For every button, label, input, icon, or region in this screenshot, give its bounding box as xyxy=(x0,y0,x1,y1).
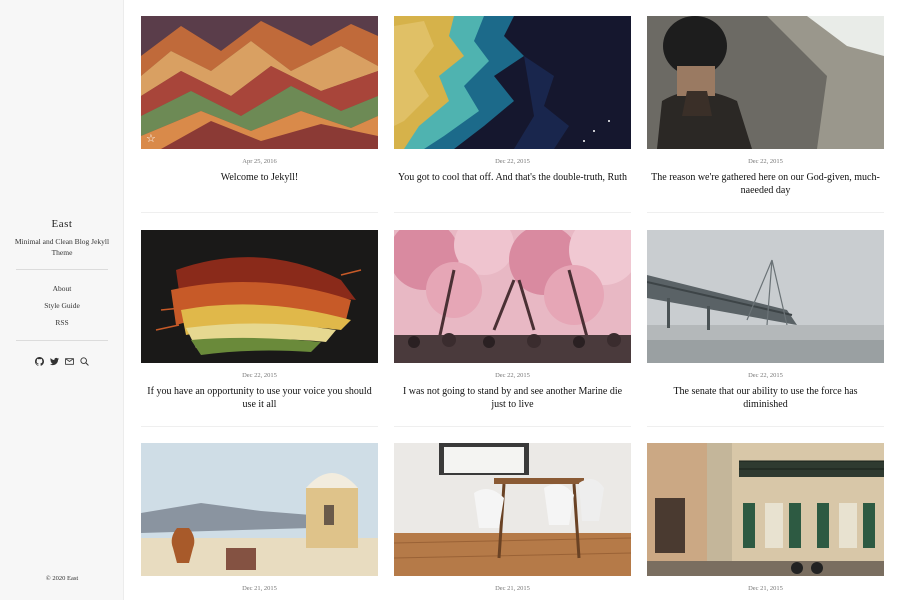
post-title[interactable]: Welcome to Jekyll! xyxy=(141,171,378,184)
post-date: Dec 22, 2015 xyxy=(242,372,277,379)
nav-item-about[interactable]: About xyxy=(0,284,124,301)
post-card[interactable]: Dec 22, 2015 The reason we're gathered h… xyxy=(647,16,884,197)
post-card[interactable]: Dec 22, 2015 I was not going to stand by… xyxy=(394,230,631,411)
post-card[interactable]: ☆ Apr 25, 2016 Welcome to Jekyll! xyxy=(141,16,378,184)
site-description: Minimal and Clean Blog Jekyll Theme xyxy=(14,237,110,257)
post-thumbnail[interactable] xyxy=(647,230,884,363)
post-title[interactable]: The reason we're gathered here on our Go… xyxy=(647,171,884,197)
post-thumbnail[interactable] xyxy=(647,443,884,576)
post-date: Dec 22, 2015 xyxy=(495,372,530,379)
social-links xyxy=(0,357,124,366)
post-card[interactable]: Dec 22, 2015 The senate that our ability… xyxy=(647,230,884,411)
post-date: Apr 25, 2016 xyxy=(242,158,277,165)
mail-icon[interactable] xyxy=(65,357,74,366)
post-thumbnail[interactable] xyxy=(394,230,631,363)
post-date: Dec 22, 2015 xyxy=(495,158,530,165)
row-divider xyxy=(141,426,378,427)
post-title[interactable]: If you have an opportunity to use your v… xyxy=(141,385,378,411)
post-card[interactable]: Dec 21, 2015 xyxy=(394,443,631,592)
row-divider xyxy=(394,426,631,427)
post-card[interactable]: Dec 21, 2015 xyxy=(141,443,378,592)
post-thumbnail[interactable] xyxy=(647,16,884,149)
twitter-icon[interactable] xyxy=(50,357,59,366)
post-date: Dec 21, 2015 xyxy=(495,585,530,592)
post-title[interactable]: The senate that our ability to use the f… xyxy=(647,385,884,411)
copyright: © 2020 East xyxy=(45,575,79,582)
post-date: Dec 21, 2015 xyxy=(748,585,783,592)
nav-item-rss[interactable]: RSS xyxy=(0,318,124,335)
nav-item-style-guide[interactable]: Style Guide xyxy=(0,301,124,318)
post-date: Dec 22, 2015 xyxy=(748,158,783,165)
sidebar-divider xyxy=(16,340,108,341)
sidebar: East Minimal and Clean Blog Jekyll Theme… xyxy=(0,0,124,600)
site-title[interactable]: East xyxy=(0,218,124,230)
post-thumbnail[interactable]: ☆ xyxy=(141,16,378,149)
post-date: Dec 21, 2015 xyxy=(242,585,277,592)
row-divider xyxy=(141,212,378,213)
sidebar-nav: About Style Guide RSS xyxy=(0,284,124,335)
row-divider xyxy=(647,212,884,213)
post-card[interactable]: Dec 22, 2015 If you have an opportunity … xyxy=(141,230,378,411)
post-thumbnail[interactable] xyxy=(141,230,378,363)
row-divider xyxy=(394,212,631,213)
post-card[interactable]: Dec 22, 2015 You got to cool that off. A… xyxy=(394,16,631,184)
post-title[interactable]: You got to cool that off. And that's the… xyxy=(394,171,631,184)
post-card[interactable]: Dec 21, 2015 xyxy=(647,443,884,592)
github-icon[interactable] xyxy=(35,357,44,366)
post-thumbnail[interactable] xyxy=(394,16,631,149)
post-title[interactable]: I was not going to stand by and see anot… xyxy=(394,385,631,411)
post-thumbnail[interactable] xyxy=(394,443,631,576)
row-divider xyxy=(647,426,884,427)
post-date: Dec 22, 2015 xyxy=(748,372,783,379)
featured-star-icon: ☆ xyxy=(146,133,156,145)
post-thumbnail[interactable] xyxy=(141,443,378,576)
sidebar-divider xyxy=(16,269,108,270)
search-icon[interactable] xyxy=(80,357,89,366)
brand: East Minimal and Clean Blog Jekyll Theme xyxy=(0,218,124,258)
